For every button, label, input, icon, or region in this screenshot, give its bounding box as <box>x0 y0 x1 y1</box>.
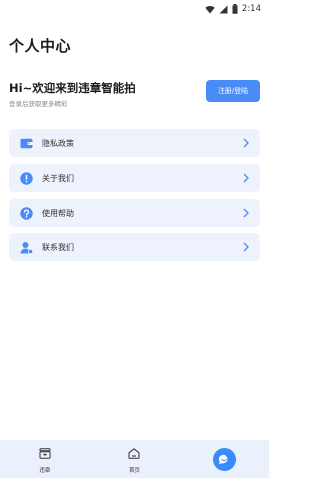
menu-item-label: 使用帮助 <box>42 208 74 218</box>
tab-violation[interactable]: 违章 <box>15 444 75 474</box>
status-time: 2:14 <box>241 4 261 14</box>
violation-icon <box>39 444 51 463</box>
menu-item-label: 隐私政策 <box>42 138 74 148</box>
menu-item-about-us[interactable]: 关于我们 <box>9 164 260 192</box>
cell-signal-icon <box>219 5 228 13</box>
chevron-right-icon <box>243 173 251 183</box>
tab-home[interactable]: 首页 <box>104 444 164 474</box>
login-register-button[interactable]: 注册/登陆 <box>206 80 260 102</box>
tab-profile[interactable] <box>194 447 254 471</box>
tab-label: 首页 <box>128 468 140 474</box>
menu-item-help[interactable]: 使用帮助 <box>9 199 260 227</box>
menu-item-label: 关于我们 <box>42 173 74 183</box>
page-title: 个人中心 <box>9 37 72 55</box>
battery-icon <box>232 4 238 14</box>
wallet-icon <box>19 136 33 150</box>
chevron-right-icon <box>243 138 251 148</box>
bottom-tab-bar: 违章 首页 <box>0 440 269 478</box>
status-bar: 2:14 <box>0 0 269 18</box>
menu-item-label: 联系我们 <box>42 242 74 252</box>
question-icon <box>19 206 33 220</box>
contact-person-icon <box>19 240 33 254</box>
chevron-right-icon <box>243 208 251 218</box>
wifi-icon <box>205 5 215 13</box>
welcome-title: Hi~欢迎来到违章智能拍 <box>9 81 136 95</box>
menu-item-contact-us[interactable]: 联系我们 <box>9 233 260 261</box>
menu-item-privacy-policy[interactable]: 隐私政策 <box>9 129 260 157</box>
chat-bubble-icon <box>218 450 230 469</box>
tab-label: 违章 <box>39 468 51 474</box>
welcome-subtitle: 登录后获取更多精彩 <box>9 100 68 108</box>
home-icon <box>128 444 140 463</box>
chevron-right-icon <box>243 242 251 252</box>
profile-fab-button[interactable] <box>212 447 236 471</box>
exclamation-icon <box>19 171 33 185</box>
